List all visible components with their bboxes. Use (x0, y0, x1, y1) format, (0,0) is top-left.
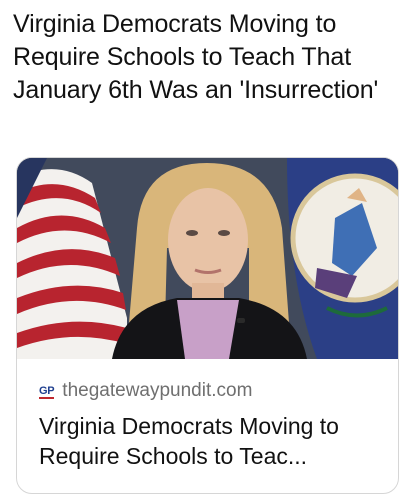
link-source: GP thegatewaypundit.com (39, 380, 252, 402)
link-preview-image[interactable] (17, 158, 398, 359)
photo-thumbnail (17, 158, 398, 359)
site-domain[interactable]: thegatewaypundit.com (62, 380, 252, 402)
link-preview-card[interactable]: GP thegatewaypundit.com Virginia Democra… (16, 157, 399, 494)
site-logo-icon: GP (39, 385, 55, 399)
post-text: Virginia Democrats Moving to Require Sch… (13, 10, 379, 104)
link-title[interactable]: Virginia Democrats Moving to Require Sch… (39, 411, 384, 471)
